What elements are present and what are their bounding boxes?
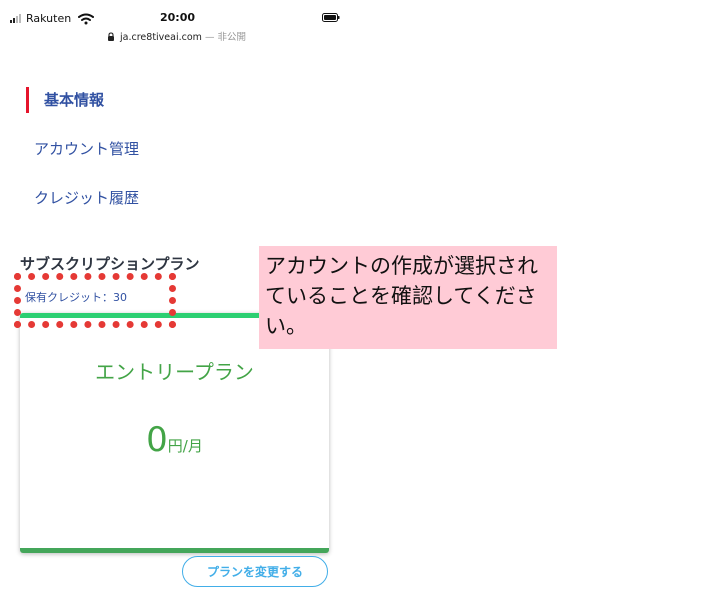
price-value: 0 — [146, 420, 168, 460]
change-plan-button[interactable]: プランを変更する — [182, 556, 328, 587]
instruction-callout: アカウントの作成が選択されていることを確認してください。 — [259, 246, 557, 349]
carrier-name: Rakuten — [26, 12, 72, 25]
price-unit: 円/月 — [167, 437, 203, 455]
subscription-plan-title: サブスクリプションプラン — [20, 255, 200, 273]
lock-icon — [108, 32, 114, 41]
plan-price: 0円/月 — [20, 420, 329, 460]
menu-item-account-management[interactable]: アカウント管理 — [34, 139, 139, 159]
menu-item-credit-history[interactable]: クレジット履歴 — [34, 188, 139, 208]
address-bar[interactable]: ja.cre8tiveai.com — 非公開 — [10, 29, 343, 43]
address-private-label: — 非公開 — [204, 32, 246, 43]
plan-name: エントリープラン — [95, 360, 254, 384]
screenshot-stage: Rakuten 20:00 ja.cre8tiveai.com — 非公開 基本… — [0, 0, 726, 610]
status-bar: Rakuten 20:00 — [10, 8, 343, 30]
wifi-icon — [78, 13, 95, 24]
menu-item-basic-info[interactable]: 基本情報 — [25, 87, 104, 113]
status-left: Rakuten — [10, 12, 95, 25]
battery-icon — [322, 13, 340, 22]
entry-plan-card: エントリープラン 0円/月 — [20, 313, 329, 553]
signal-icon — [10, 14, 21, 23]
address-domain: ja.cre8tiveai.com — [120, 32, 202, 43]
owned-credit-label: 保有クレジット：30 — [25, 291, 127, 304]
status-time: 20:00 — [160, 11, 196, 24]
